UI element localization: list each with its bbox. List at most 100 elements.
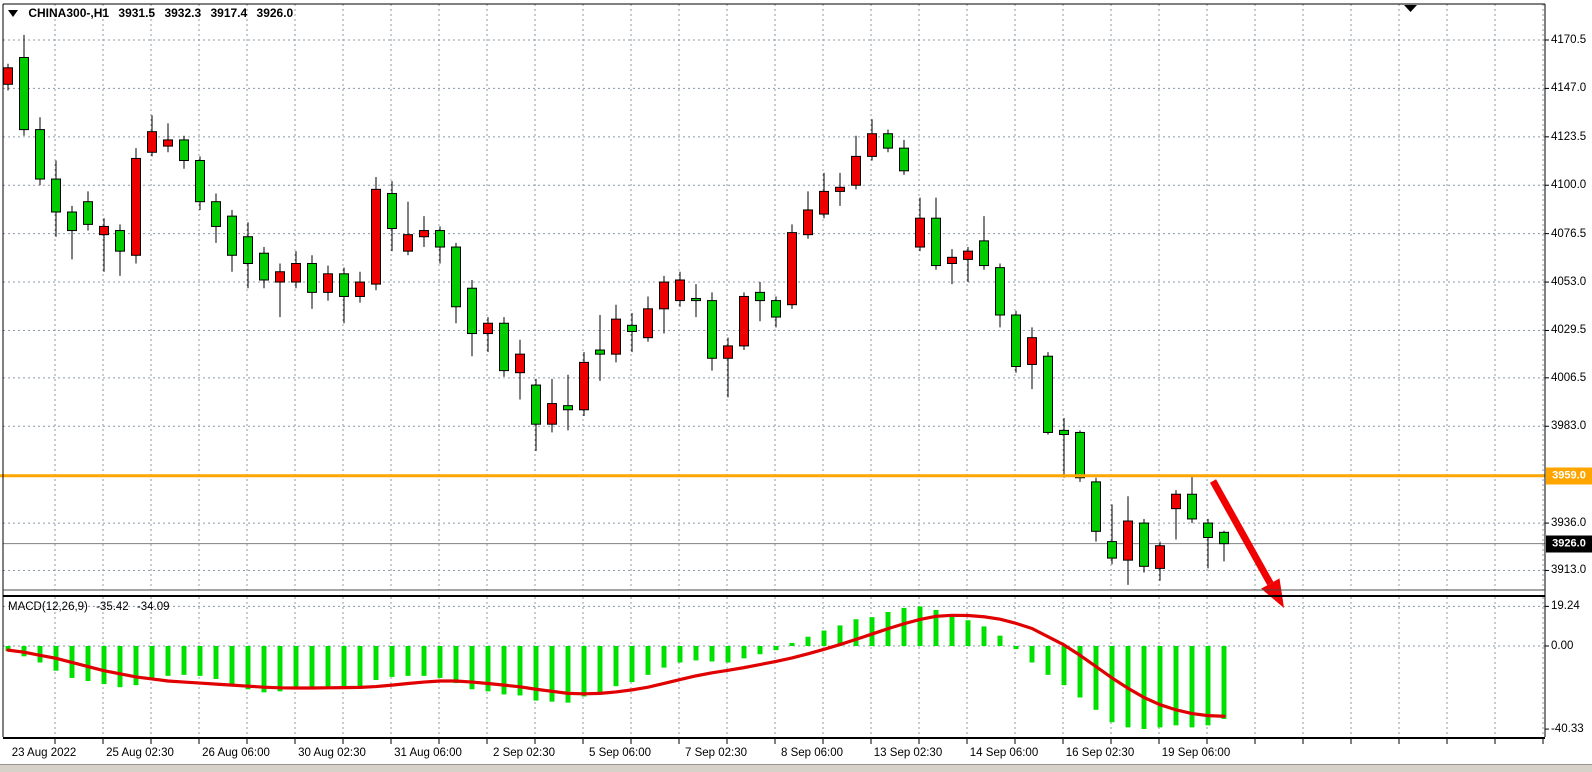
candle bbox=[260, 247, 269, 288]
candle-body bbox=[564, 406, 573, 410]
candle bbox=[836, 173, 845, 206]
candle bbox=[20, 35, 29, 136]
level-price-badge: 3959.0 bbox=[1546, 467, 1592, 484]
candle bbox=[932, 198, 941, 270]
candle bbox=[996, 264, 1005, 328]
macd-bar bbox=[294, 646, 299, 689]
macd-bar bbox=[950, 615, 955, 646]
price-axis-label: 3936.0 bbox=[1551, 517, 1586, 529]
scroll-to-end-icon[interactable] bbox=[1404, 5, 1417, 12]
macd-bar bbox=[790, 643, 795, 646]
candle bbox=[788, 224, 797, 308]
dropdown-triangle-icon[interactable] bbox=[8, 10, 18, 17]
candle bbox=[420, 216, 429, 247]
macd-bar bbox=[502, 646, 507, 694]
panel-separator[interactable] bbox=[3, 595, 1545, 597]
candle-body bbox=[1076, 432, 1085, 477]
candle-body bbox=[932, 218, 941, 265]
time-axis-label: 2 Sep 02:30 bbox=[493, 747, 555, 759]
candle-body bbox=[996, 268, 1005, 315]
macd-layer bbox=[6, 606, 1227, 729]
candle bbox=[948, 249, 957, 284]
candle-body bbox=[372, 189, 381, 284]
macd-bar bbox=[614, 646, 619, 686]
candle-body bbox=[324, 274, 333, 293]
candle bbox=[1172, 490, 1181, 539]
candle bbox=[708, 292, 717, 370]
macd-title: MACD(12,26,9) bbox=[8, 601, 88, 613]
macd-bar bbox=[1014, 646, 1019, 649]
candle-body bbox=[740, 296, 749, 345]
candles-layer bbox=[4, 35, 1229, 585]
candle-body bbox=[612, 319, 621, 354]
macd-bar bbox=[646, 646, 651, 675]
macd-bar bbox=[198, 646, 203, 676]
price-axis-label: 4123.5 bbox=[1551, 131, 1586, 143]
candle-body bbox=[1044, 356, 1053, 432]
candle bbox=[596, 315, 605, 381]
macd-bar bbox=[534, 646, 539, 701]
candle-body bbox=[1188, 494, 1197, 519]
candle bbox=[1012, 311, 1021, 373]
macd-bar bbox=[1046, 646, 1051, 675]
candle bbox=[500, 317, 509, 377]
panel-borders bbox=[3, 4, 1545, 739]
macd-bar bbox=[1110, 646, 1115, 722]
macd-bar bbox=[326, 646, 331, 687]
candle bbox=[1140, 519, 1149, 573]
time-axis-label: 19 Sep 06:00 bbox=[1162, 747, 1230, 759]
candle-body bbox=[1108, 542, 1117, 558]
macd-bar bbox=[694, 646, 699, 660]
macd-bar bbox=[742, 646, 747, 658]
candle-body bbox=[212, 202, 221, 227]
current-price-badge: 3926.0 bbox=[1546, 535, 1592, 552]
trading-chart-window: CHINA300-,H1 3931.5 3932.3 3917.4 3926.0… bbox=[0, 0, 1592, 772]
macd-main-value: -35.42 bbox=[96, 601, 129, 613]
macd-bar bbox=[406, 646, 411, 676]
candle bbox=[628, 313, 637, 352]
candle bbox=[900, 140, 909, 175]
symbol-period-label: CHINA300-,H1 bbox=[28, 6, 109, 20]
macd-bar bbox=[1174, 646, 1179, 725]
macd-bar bbox=[758, 646, 763, 654]
candle bbox=[548, 379, 557, 433]
macd-bar bbox=[774, 646, 779, 650]
candle bbox=[564, 375, 573, 431]
macd-bottom-border bbox=[3, 737, 1545, 739]
price-axis-label: 4076.5 bbox=[1551, 228, 1586, 240]
candle-body bbox=[836, 187, 845, 191]
price-axis-label: 4053.0 bbox=[1551, 276, 1586, 288]
price-axis-label: 4100.0 bbox=[1551, 179, 1586, 191]
macd-bar bbox=[630, 646, 635, 682]
macd-bar bbox=[854, 619, 859, 646]
candle-body bbox=[436, 231, 445, 247]
time-axis-label: 30 Aug 02:30 bbox=[298, 747, 366, 759]
candle bbox=[852, 136, 861, 190]
candle-body bbox=[20, 58, 29, 130]
candle bbox=[356, 272, 365, 303]
candle bbox=[580, 352, 589, 416]
candle-body bbox=[52, 179, 61, 212]
macd-bar bbox=[438, 646, 443, 678]
candle-body bbox=[516, 354, 525, 373]
candle-body bbox=[340, 274, 349, 297]
arrow-head[interactable] bbox=[1261, 578, 1284, 608]
chart-canvas[interactable] bbox=[0, 0, 1592, 772]
candle-body bbox=[772, 301, 781, 317]
candle-body bbox=[548, 404, 557, 425]
candle-body bbox=[804, 210, 813, 235]
candle bbox=[692, 284, 701, 317]
macd-bar bbox=[1142, 646, 1147, 729]
macd-bar bbox=[166, 646, 171, 676]
time-axis-label: 25 Aug 02:30 bbox=[106, 747, 174, 759]
macd-axis-label: -40.33 bbox=[1551, 723, 1584, 735]
price-axis-label: 4029.5 bbox=[1551, 324, 1586, 336]
macd-bar bbox=[822, 631, 827, 646]
macd-bar bbox=[182, 646, 187, 675]
candle bbox=[164, 123, 173, 152]
candle-body bbox=[916, 218, 925, 247]
candle bbox=[660, 276, 669, 334]
symbol-header[interactable]: CHINA300-,H1 3931.5 3932.3 3917.4 3926.0 bbox=[8, 6, 299, 20]
candle bbox=[372, 177, 381, 290]
macd-bar bbox=[1062, 646, 1067, 685]
